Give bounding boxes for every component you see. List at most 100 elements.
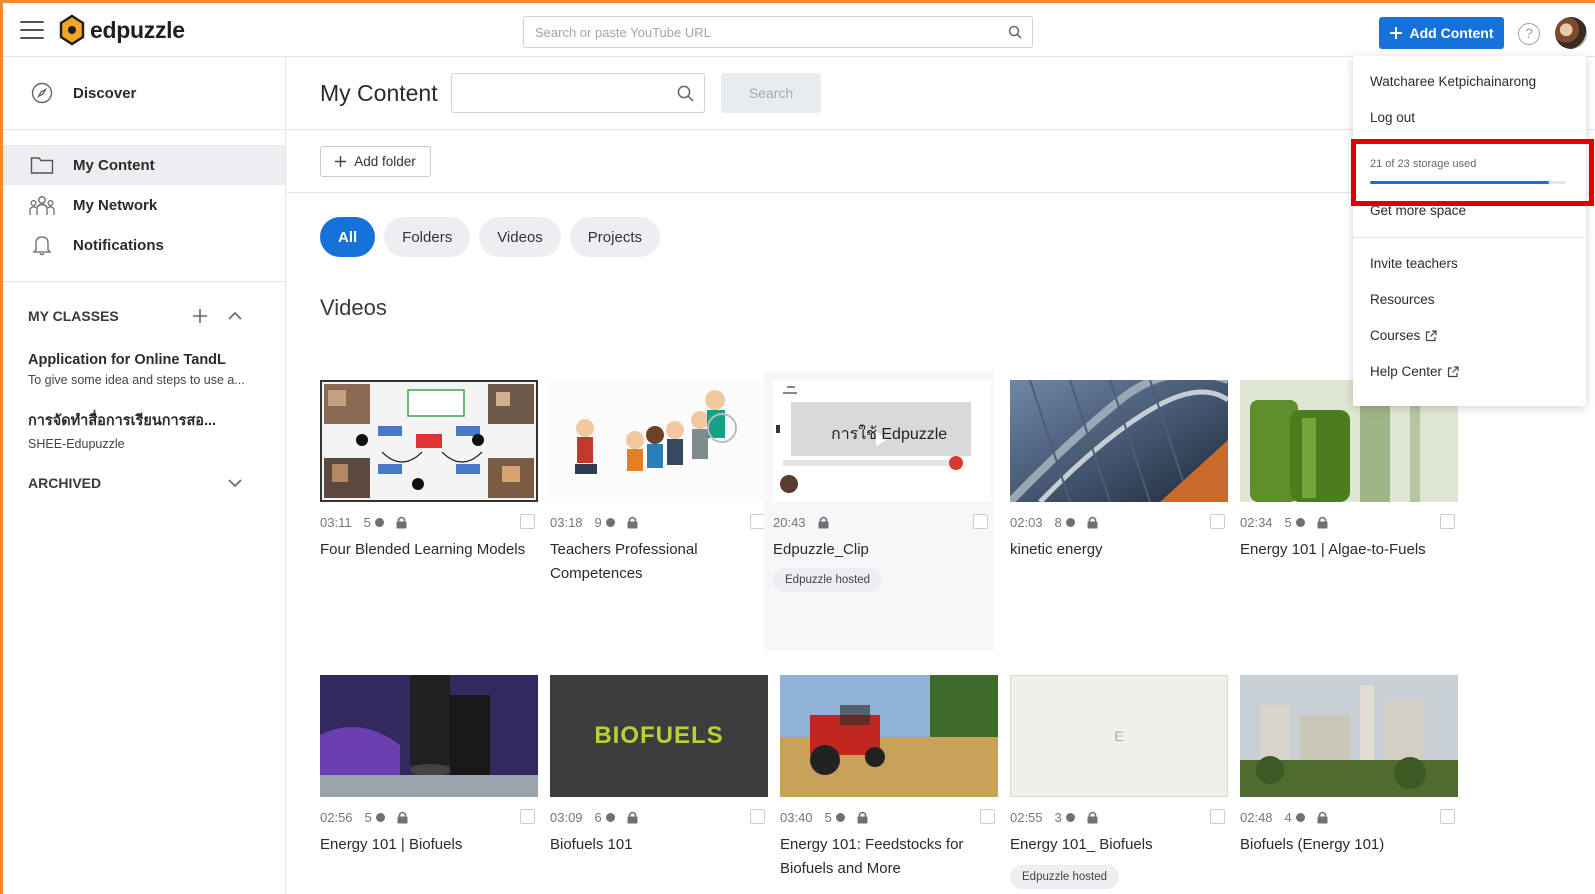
- plus-icon: [335, 156, 347, 167]
- select-checkbox[interactable]: [1440, 514, 1455, 529]
- select-checkbox[interactable]: [980, 809, 995, 824]
- content-search-bar[interactable]: [451, 73, 705, 113]
- edpuzzle-hosted-badge: Edpuzzle hosted: [773, 568, 883, 592]
- video-thumbnail[interactable]: [550, 380, 768, 502]
- my-classes-title: MY CLASSES: [28, 308, 119, 324]
- select-checkbox[interactable]: [1210, 809, 1225, 824]
- video-card[interactable]: 02:34 5 Energy 101 | Algae-to-Fuels: [1231, 371, 1461, 701]
- edpuzzle-logo[interactable]: edpuzzle: [58, 14, 185, 46]
- video-meta: 02:34 5: [1240, 513, 1458, 531]
- lock-icon: [627, 811, 638, 823]
- question-dot-icon: [605, 812, 615, 822]
- select-checkbox[interactable]: [1440, 809, 1455, 824]
- video-thumbnail[interactable]: [1240, 675, 1458, 797]
- video-title[interactable]: Biofuels (Energy 101): [1240, 833, 1458, 857]
- video-title[interactable]: Teachers Professional Competences: [550, 538, 768, 586]
- video-card[interactable]: 03:18 9 Teachers Professional Competence…: [541, 371, 771, 701]
- add-folder-button[interactable]: Add folder: [320, 146, 431, 177]
- divider: [1353, 237, 1586, 238]
- resources-link[interactable]: Resources: [1370, 292, 1435, 307]
- sidebar-item-label: Discover: [73, 84, 137, 102]
- select-checkbox[interactable]: [750, 514, 765, 529]
- add-content-button[interactable]: Add Content: [1379, 17, 1504, 49]
- video-duration: 03:11: [320, 514, 352, 530]
- video-title[interactable]: Four Blended Learning Models: [320, 538, 538, 562]
- lock-icon: [397, 811, 408, 823]
- search-icon[interactable]: [677, 85, 694, 102]
- video-title[interactable]: Energy 101: Feedstocks for Biofuels and …: [780, 833, 998, 881]
- hamburger-menu-icon[interactable]: [20, 21, 44, 39]
- class-item[interactable]: Application for Online TandL To give som…: [28, 352, 268, 387]
- lock-icon: [1317, 516, 1328, 528]
- video-thumbnail[interactable]: การใช้ Edpuzzle: [773, 380, 991, 502]
- video-thumbnail[interactable]: BIOFUELS: [550, 675, 768, 797]
- courses-link[interactable]: Courses: [1370, 328, 1437, 343]
- video-thumbnail[interactable]: [320, 380, 538, 502]
- class-subtitle: To give some idea and steps to use a...: [28, 373, 245, 387]
- filter-videos[interactable]: Videos: [479, 217, 561, 257]
- filter-folders[interactable]: Folders: [384, 217, 471, 257]
- search-button[interactable]: Search: [721, 73, 821, 113]
- video-thumbnail[interactable]: [1010, 380, 1228, 502]
- video-title[interactable]: Energy 101_ Biofuels: [1010, 833, 1228, 857]
- video-duration: 20:43: [773, 514, 806, 530]
- video-title[interactable]: Edpuzzle_Clip: [773, 538, 991, 562]
- video-meta: 02:56 5: [320, 808, 538, 826]
- video-card[interactable]: 02:56 5 Energy 101 | Biofuels: [311, 666, 541, 894]
- page-title: My Content: [320, 80, 438, 106]
- video-card[interactable]: 03:11 5 Four Blended Learning Models: [311, 371, 541, 701]
- youtube-search-input[interactable]: [524, 17, 984, 47]
- video-card[interactable]: 02:03 8 kinetic energy: [1001, 371, 1231, 701]
- sidebar-item-my-network[interactable]: My Network: [3, 185, 285, 225]
- video-title[interactable]: Energy 101 | Biofuels: [320, 833, 538, 857]
- sidebar-item-discover[interactable]: Discover: [3, 73, 285, 113]
- class-item[interactable]: การจัดทำสื่อการเรียนการสอ... SHEE-Edupuz…: [28, 409, 268, 451]
- search-icon[interactable]: [1008, 25, 1022, 39]
- question-count: 5: [1284, 514, 1292, 530]
- avatar[interactable]: [1555, 17, 1587, 49]
- add-class-plus-icon[interactable]: [193, 309, 207, 323]
- video-card[interactable]: 03:40 5 Energy 101: Feedstocks for Biofu…: [771, 666, 1001, 894]
- video-meta: 02:03 8: [1010, 513, 1228, 531]
- divider: [1353, 140, 1586, 141]
- account-dropdown-menu: Watcharee Ketpichainarong Log out 21 of …: [1353, 56, 1586, 406]
- video-thumbnail[interactable]: E: [1010, 675, 1228, 797]
- logout-link[interactable]: Log out: [1370, 110, 1415, 125]
- video-title[interactable]: Energy 101 | Algae-to-Fuels: [1240, 538, 1458, 562]
- filter-all[interactable]: All: [320, 217, 376, 257]
- video-title[interactable]: Biofuels 101: [550, 833, 768, 857]
- chevron-up-icon[interactable]: [228, 311, 242, 320]
- add-folder-label: Add folder: [354, 154, 416, 169]
- select-checkbox[interactable]: [973, 514, 988, 529]
- video-meta: 03:18 9: [550, 513, 768, 531]
- archived-title[interactable]: ARCHIVED: [28, 475, 101, 491]
- sidebar-item-notifications[interactable]: Notifications: [3, 225, 285, 265]
- lock-icon: [1087, 811, 1098, 823]
- select-checkbox[interactable]: [1210, 514, 1225, 529]
- video-card[interactable]: 02:48 4 Biofuels (Energy 101): [1231, 666, 1461, 894]
- question-dot-icon: [1065, 517, 1075, 527]
- invite-teachers-link[interactable]: Invite teachers: [1370, 256, 1458, 271]
- select-checkbox[interactable]: [520, 514, 535, 529]
- select-checkbox[interactable]: [750, 809, 765, 824]
- youtube-search-bar[interactable]: [523, 16, 1033, 48]
- content-search-input[interactable]: [452, 74, 662, 112]
- question-dot-icon: [375, 812, 385, 822]
- filter-projects[interactable]: Projects: [569, 217, 660, 257]
- select-checkbox[interactable]: [520, 809, 535, 824]
- sidebar-item-my-content[interactable]: My Content: [3, 145, 285, 185]
- get-more-space-link[interactable]: Get more space: [1370, 203, 1466, 218]
- question-count: 3: [1054, 809, 1062, 825]
- video-title[interactable]: kinetic energy: [1010, 538, 1228, 562]
- chevron-down-icon[interactable]: [228, 479, 242, 488]
- video-duration: 03:18: [550, 514, 583, 530]
- help-center-link[interactable]: Help Center: [1370, 364, 1459, 379]
- help-icon[interactable]: ?: [1518, 23, 1540, 45]
- video-card[interactable]: E 02:55 3 Energy 101_ Biofuels Edpuzzle …: [1001, 666, 1231, 894]
- video-card[interactable]: BIOFUELS 03:09 6 Biofuels 101: [541, 666, 771, 894]
- video-thumbnail[interactable]: [780, 675, 998, 797]
- question-dot-icon: [374, 517, 384, 527]
- compass-icon: [31, 82, 53, 104]
- video-card[interactable]: การใช้ Edpuzzle 20:43 Edpuzzle_Clip Edpu…: [764, 371, 994, 650]
- video-thumbnail[interactable]: [320, 675, 538, 797]
